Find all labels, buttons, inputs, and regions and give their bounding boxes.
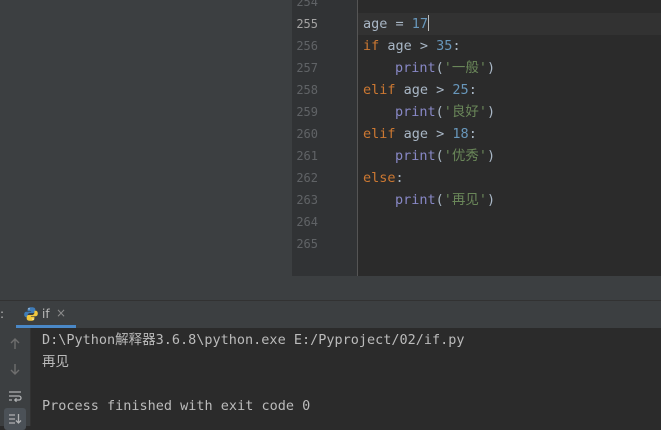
editor-bottom-area [292, 276, 661, 300]
paren: ( [435, 192, 444, 208]
number-literal: 35 [436, 38, 453, 54]
builtin-function: print [395, 60, 436, 76]
line-number: 254 [296, 0, 318, 9]
string-literal: '一般' [443, 60, 488, 76]
paren: ) [487, 192, 496, 208]
paren: ) [487, 60, 496, 76]
code-line-255[interactable]: age = 17 [363, 13, 430, 35]
expression: age > [395, 126, 453, 142]
line-number: 263 [296, 193, 318, 207]
operator: = [387, 16, 412, 32]
run-toolbar [0, 328, 31, 430]
code-editor[interactable]: 254 255 256 257 258 259 260 261 262 263 … [292, 0, 661, 276]
identifier: age [363, 16, 388, 32]
keyword: elif [363, 82, 396, 98]
code-line-257[interactable]: print('一般') [395, 57, 495, 79]
code-line-262[interactable]: else: [363, 167, 404, 189]
run-tab-if[interactable]: if × [16, 301, 76, 328]
code-line-259[interactable]: print('良好') [395, 101, 495, 123]
keyword: if [363, 38, 380, 54]
expression: age > [379, 38, 437, 54]
paren: ( [435, 104, 444, 120]
console-line-output: 再见 [42, 354, 69, 370]
builtin-function: print [395, 104, 436, 120]
console-line-command: D:\Python解释器3.6.8\python.exe E:/Pyprojec… [42, 332, 465, 348]
line-number: 258 [296, 83, 318, 97]
string-literal: '优秀' [443, 148, 488, 164]
console-line-exit: Process finished with exit code 0 [42, 398, 311, 414]
text-caret [428, 15, 430, 31]
run-tab-label: if [42, 307, 50, 321]
code-line-260[interactable]: elif age > 18: [363, 123, 477, 145]
colon: : [468, 82, 477, 98]
line-number: 257 [296, 61, 318, 75]
project-panel[interactable] [0, 0, 292, 300]
line-number: 264 [296, 215, 318, 229]
line-number-current: 255 [296, 17, 318, 31]
string-literal: '良好' [443, 104, 488, 120]
colon: : [452, 38, 461, 54]
run-tool-window-header: : if × [0, 301, 661, 328]
code-line-263[interactable]: print('再见') [395, 189, 495, 211]
string-literal: '再见' [443, 192, 488, 208]
close-icon[interactable]: × [56, 306, 66, 320]
line-number: 260 [296, 127, 318, 141]
console-output[interactable]: D:\Python解释器3.6.8\python.exe E:/Pyprojec… [31, 328, 661, 426]
soft-wrap-icon[interactable] [4, 385, 26, 407]
run-header-prefix: : [0, 307, 5, 321]
paren: ) [487, 148, 496, 164]
python-file-icon [23, 306, 39, 322]
code-line-258[interactable]: elif age > 25: [363, 79, 477, 101]
number-literal: 17 [411, 16, 429, 32]
line-number: 261 [296, 149, 318, 163]
keyword: else [363, 170, 396, 186]
paren: ) [487, 104, 496, 120]
code-line-261[interactable]: print('优秀') [395, 145, 495, 167]
builtin-function: print [395, 148, 436, 164]
gutter-separator [357, 0, 358, 276]
scroll-to-end-icon[interactable] [4, 408, 26, 430]
paren: ( [435, 60, 444, 76]
paren: ( [435, 148, 444, 164]
line-number: 259 [296, 105, 318, 119]
expression: age > [395, 82, 453, 98]
line-number-gutter: 254 255 256 257 258 259 260 261 262 263 … [292, 0, 357, 276]
number-literal: 25 [452, 82, 469, 98]
keyword: elif [363, 126, 396, 142]
line-number: 256 [296, 39, 318, 53]
line-number: 262 [296, 171, 318, 185]
code-line-256[interactable]: if age > 35: [363, 35, 461, 57]
arrow-down-icon[interactable] [4, 358, 26, 380]
colon: : [395, 170, 404, 186]
number-literal: 18 [452, 126, 469, 142]
colon: : [468, 126, 477, 142]
arrow-up-icon[interactable] [4, 333, 26, 355]
builtin-function: print [395, 192, 436, 208]
line-number: 265 [296, 237, 318, 251]
